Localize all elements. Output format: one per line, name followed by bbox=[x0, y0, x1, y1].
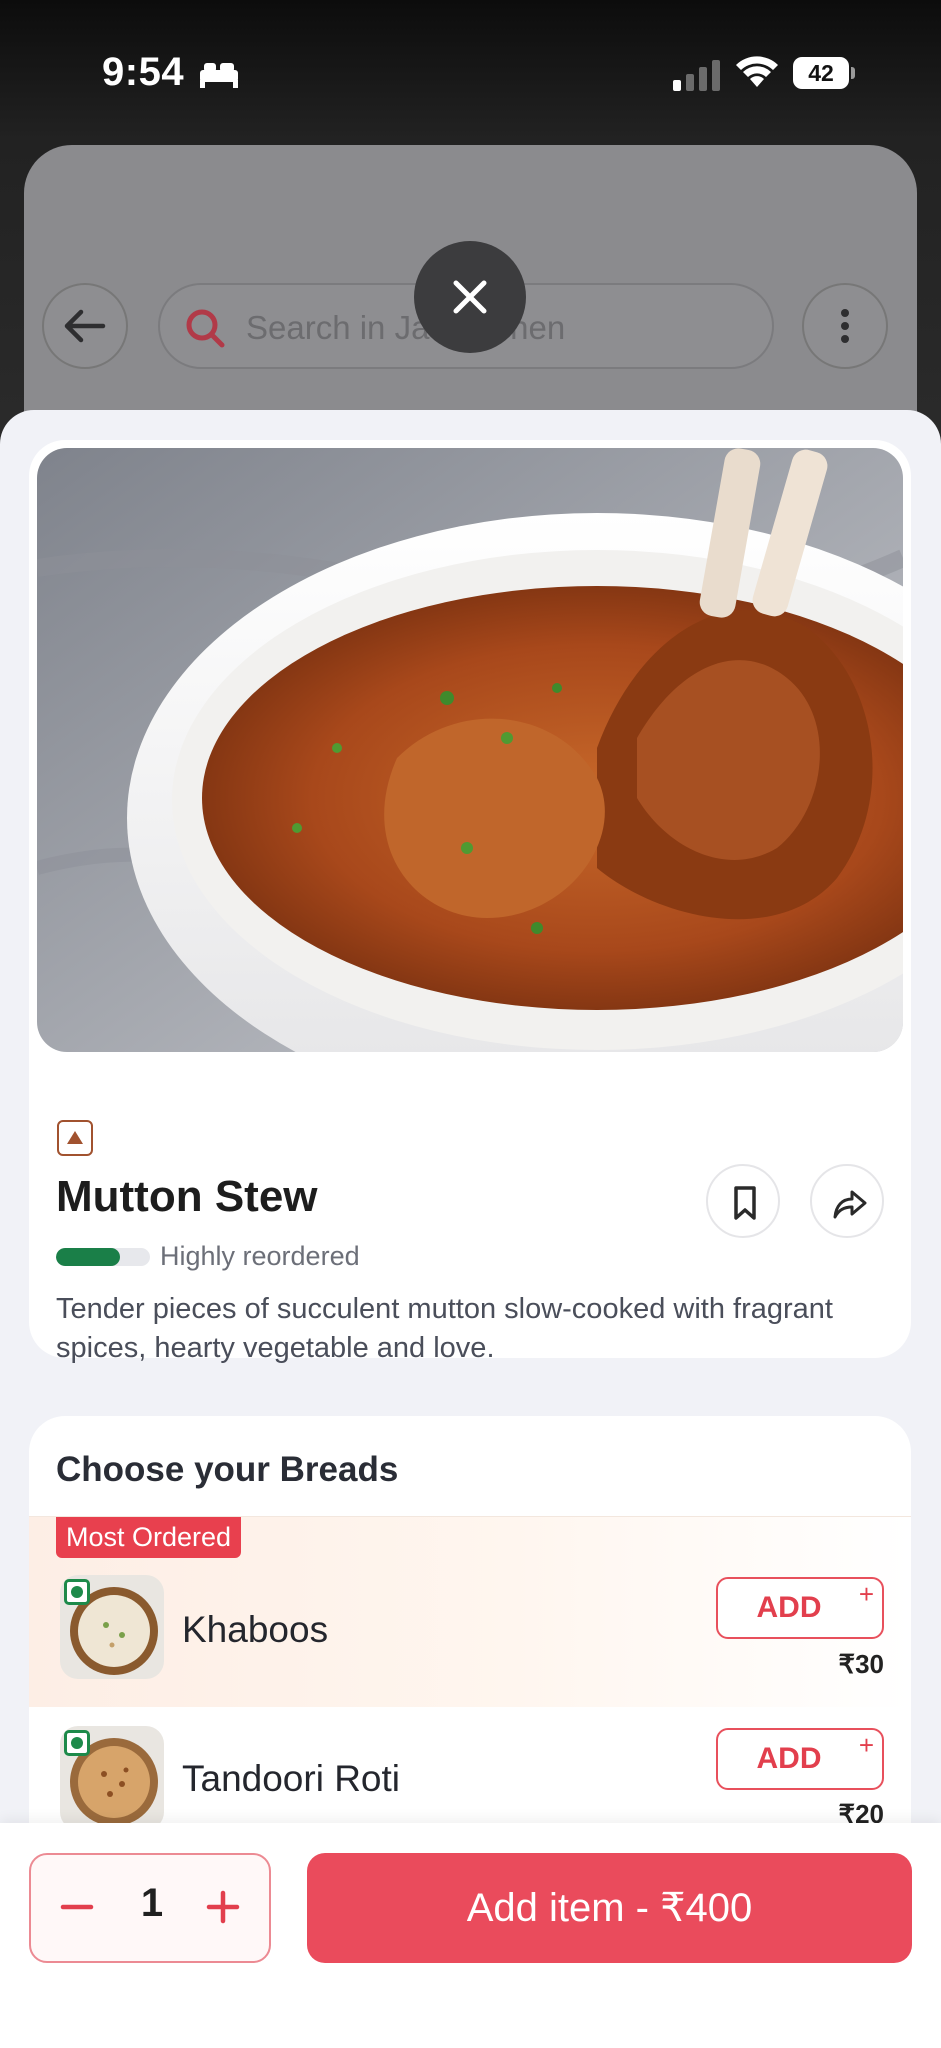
non-veg-icon bbox=[57, 1120, 93, 1156]
add-button[interactable]: ADD + bbox=[716, 1577, 884, 1639]
share-button[interactable] bbox=[810, 1164, 884, 1238]
dish-image bbox=[37, 448, 903, 1052]
screen: 9:54 42 Search in Jas Kitchen Mutton Ste… bbox=[0, 0, 941, 2048]
most-ordered-badge: Most Ordered bbox=[56, 1517, 242, 1558]
minus-icon[interactable] bbox=[55, 1885, 99, 1929]
veg-icon bbox=[64, 1579, 90, 1605]
battery-level: 42 bbox=[808, 60, 834, 86]
breads-section-title: Choose your Breads bbox=[56, 1450, 399, 1489]
item-name: Khaboos bbox=[182, 1609, 329, 1650]
list-item: Most Ordered Khaboos ADD + ₹30 bbox=[29, 1516, 911, 1707]
reorder-label: Highly reordered bbox=[160, 1241, 360, 1271]
close-icon bbox=[453, 280, 487, 314]
item-detail-sheet: Mutton Stew Highly reordered Tender piec… bbox=[0, 410, 941, 2048]
item-price: ₹30 bbox=[838, 1649, 884, 1679]
item-thumbnail bbox=[60, 1726, 164, 1830]
add-button-label: ADD bbox=[756, 1591, 822, 1624]
bookmark-icon bbox=[734, 1186, 756, 1220]
share-icon bbox=[833, 1190, 867, 1219]
item-thumbnail bbox=[60, 1575, 164, 1679]
bookmark-button[interactable] bbox=[706, 1164, 780, 1238]
add-button[interactable]: ADD + bbox=[716, 1728, 884, 1790]
plus-icon: + bbox=[858, 1730, 874, 1760]
quantity-stepper: 1 bbox=[29, 1853, 271, 1963]
item-name: Tandoori Roti bbox=[182, 1758, 401, 1799]
reorder-indicator-fill bbox=[56, 1248, 120, 1266]
wifi-icon bbox=[736, 56, 778, 87]
back-arrow-icon bbox=[64, 309, 106, 343]
dish-description: Tender pieces of succulent mutton slow-c… bbox=[56, 1293, 833, 1364]
more-vertical-icon bbox=[841, 309, 849, 343]
battery-icon: 42 bbox=[793, 57, 855, 89]
bottom-action-bar: 1 Add item - ₹400 bbox=[0, 1823, 941, 2048]
plus-icon: + bbox=[858, 1579, 874, 1609]
reorder-indicator bbox=[56, 1248, 150, 1266]
close-button[interactable] bbox=[414, 241, 526, 353]
search-icon bbox=[186, 309, 225, 348]
add-item-button[interactable]: Add item - ₹400 bbox=[307, 1853, 912, 1963]
veg-icon bbox=[64, 1730, 90, 1756]
dish-title: Mutton Stew bbox=[56, 1172, 318, 1221]
back-button[interactable] bbox=[42, 283, 128, 369]
plus-icon[interactable] bbox=[201, 1885, 245, 1929]
status-time: 9:54 bbox=[102, 50, 185, 94]
signal-icon bbox=[673, 60, 720, 91]
status-bar: 9:54 42 bbox=[0, 0, 941, 150]
quantity-value: 1 bbox=[140, 1881, 164, 1925]
more-options-button[interactable] bbox=[802, 283, 888, 369]
dish-card: Mutton Stew Highly reordered Tender piec… bbox=[29, 440, 911, 1364]
add-button-label: ADD bbox=[756, 1742, 822, 1775]
bed-icon bbox=[200, 63, 238, 88]
